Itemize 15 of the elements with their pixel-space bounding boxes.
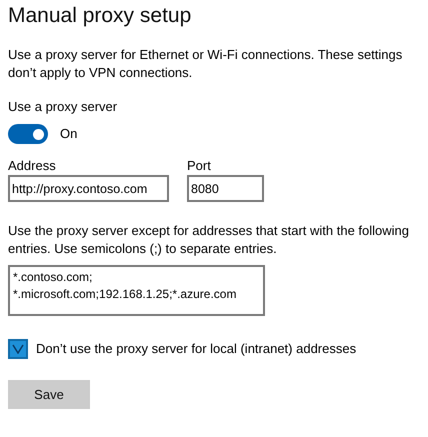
checkbox-label: Don’t use the proxy server for local (intranet) addresses: [36, 340, 356, 358]
exceptions-field[interactable]: *.contoso.com; *.microsoft.com;192.168.1.25;*.azure.com: [8, 265, 265, 316]
checkbox[interactable]: [8, 339, 28, 359]
address-field[interactable]: http://proxy.contoso.com: [8, 175, 169, 202]
toggle-switch[interactable]: [8, 124, 48, 144]
description-text: Use a proxy server for Ethernet or Wi-Fi connections. These settings don’t apply to VPN connections.: [8, 46, 404, 82]
toggle-state-text: On: [60, 125, 78, 144]
check-icon: [12, 344, 24, 354]
port-label: Port: [187, 158, 212, 174]
address-label: Address: [8, 158, 57, 174]
port-field[interactable]: 8080: [187, 175, 264, 202]
page-title: Manual proxy setup: [8, 3, 192, 29]
save-button[interactable]: Save: [8, 380, 90, 409]
toggle-label: Use a proxy server: [8, 98, 118, 116]
exceptions-description: Use the proxy server except for addresses that start with the following entries. Use semicolons (;) to separate entries.: [8, 222, 410, 258]
